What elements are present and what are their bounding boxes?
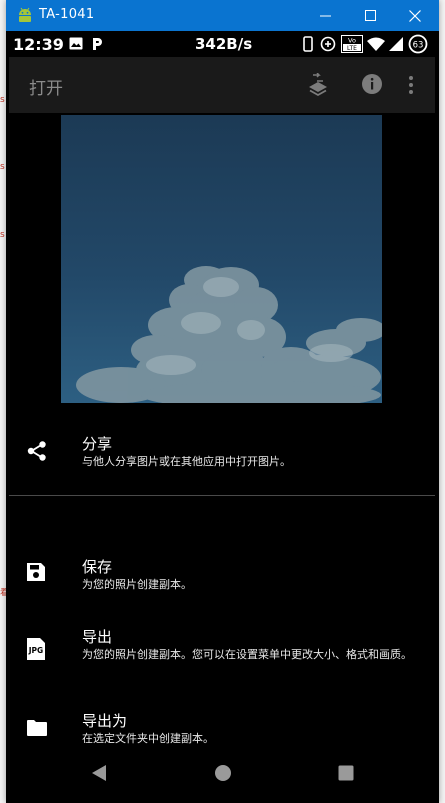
more-options-icon[interactable] [408,75,414,95]
recents-icon[interactable] [338,765,354,781]
export-as-description: 在选定文件夹中创建副本。 [82,732,214,745]
share-icon [27,441,46,461]
navigation-bar [9,746,435,803]
vibrate-icon [303,36,313,52]
image-icon [69,37,83,50]
folder-icon [27,720,47,736]
volte-icon: Vo LTE [341,35,363,53]
network-speed: 342B/s [195,35,253,53]
layers-switch-icon[interactable] [307,73,329,97]
share-sheet: 分享 与他人分享图片或在其他应用中打开图片。 保存 为您的照片创建副本。 JPG [9,421,435,751]
window-titlebar: TA-1041 [6,0,439,31]
svg-text:Vo: Vo [348,37,356,45]
svg-text:LTE: LTE [347,45,357,52]
wifi-icon [367,37,385,51]
emulator-window: TA-1041 12:39 342B/s Vo LTE 63 打开 分享 与他人… [6,0,439,803]
p-app-icon [93,38,102,50]
save-option[interactable]: 保存 为您的照片创建副本。 [9,546,435,606]
data-saver-icon [320,36,336,52]
cloud-sky-image [61,115,382,403]
save-description: 为您的照片创建副本。 [82,578,192,591]
sheet-divider [9,495,435,496]
back-icon[interactable] [91,764,107,782]
app-bar: 打开 [9,57,435,113]
export-option[interactable]: JPG 导出 为您的照片创建副本。您可以在设置菜单中更改大小、格式和画质。 [9,623,435,693]
photo-preview [61,115,382,403]
export-as-label: 导出为 [82,712,128,730]
save-icon [27,563,45,581]
info-icon[interactable] [361,73,383,95]
phone-screen: 12:39 342B/s Vo LTE 63 打开 分享 与他人分享图片或在其他… [9,31,435,803]
maximize-icon [364,10,376,21]
jpg-file-icon: JPG [27,638,45,660]
share-label: 分享 [82,435,113,453]
minimize-button[interactable] [302,0,348,31]
jpg-text: JPG [28,646,43,655]
export-label: 导出 [82,628,113,646]
close-icon [409,9,421,22]
export-description: 为您的照片创建副本。您可以在设置菜单中更改大小、格式和画质。 [82,648,412,661]
share-option[interactable]: 分享 与他人分享图片或在其他应用中打开图片。 [9,421,435,491]
status-time: 12:39 [13,35,64,54]
home-icon[interactable] [214,764,232,782]
close-button[interactable] [392,0,438,31]
maximize-button[interactable] [347,0,393,31]
share-description: 与他人分享图片或在其他应用中打开图片。 [82,455,291,468]
save-label: 保存 [82,558,113,576]
battery-icon: 63 [408,34,428,54]
app-title: 打开 [29,79,63,99]
battery-level: 63 [413,41,424,51]
status-bar: 12:39 342B/s Vo LTE 63 [9,31,435,57]
cellular-signal-icon [389,37,403,51]
window-title: TA-1041 [39,7,95,22]
android-icon [19,7,31,22]
minimize-icon [319,15,331,17]
